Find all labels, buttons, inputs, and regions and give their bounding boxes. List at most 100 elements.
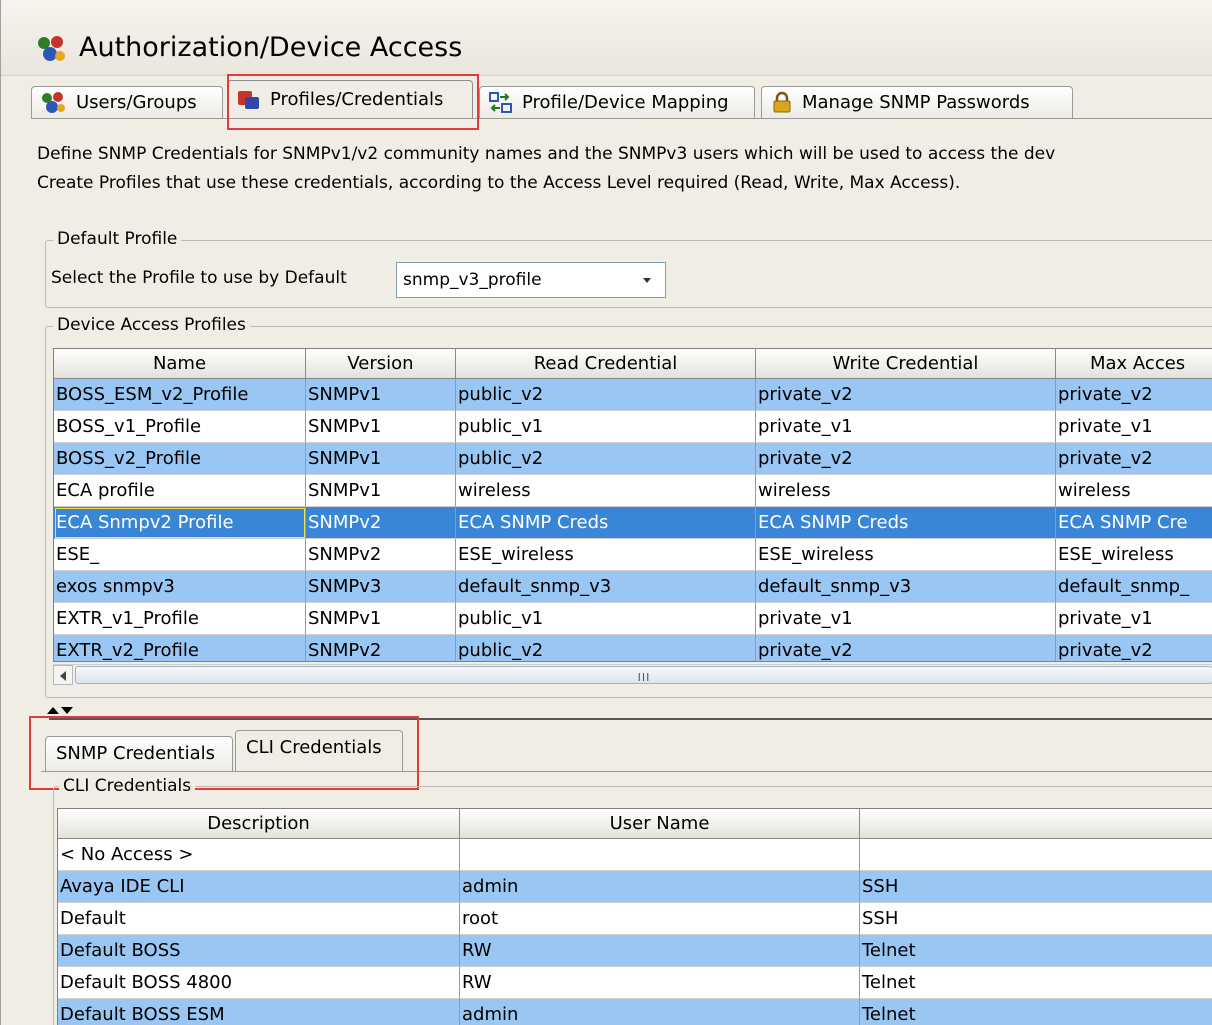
column-header-version[interactable]: Version	[306, 349, 456, 379]
profiles-table-header: Name Version Read Credential Write Crede…	[54, 349, 1212, 379]
cell-description: Default BOSS	[58, 935, 460, 967]
scroll-grip: III	[637, 671, 651, 684]
table-row[interactable]: ESE_ SNMPv2 ESE_wireless ESE_wireless ES…	[54, 539, 1212, 571]
table-row[interactable]: < No Access >	[58, 839, 1212, 871]
tab-label: Profiles/Credentials	[270, 89, 444, 110]
cell-version: SNMPv1	[306, 475, 456, 507]
cell-user-name: admin	[460, 999, 860, 1025]
cell-version: SNMPv2	[306, 635, 456, 661]
column-header-user-name[interactable]: User Name	[460, 809, 860, 839]
table-row[interactable]: Avaya IDE CLI admin SSH	[58, 871, 1212, 903]
table-row[interactable]: Default BOSS RW Telnet	[58, 935, 1212, 967]
tab-profile-device-mapping[interactable]: Profile/Device Mapping	[479, 86, 755, 118]
table-row-selected[interactable]: ECA Snmpv2 Profile SNMPv2 ECA SNMP Creds…	[54, 507, 1212, 539]
cell-read-credential: public_v2	[456, 379, 756, 411]
select-value: snmp_v3_profile	[403, 270, 542, 290]
cell-write-credential: private_v2	[756, 443, 1056, 475]
cell-description: Default	[58, 903, 460, 935]
tab-label: CLI Credentials	[246, 737, 382, 758]
cell-description: Avaya IDE CLI	[58, 871, 460, 903]
main-tab-bar: Users/Groups Profiles/Credentials Profil…	[31, 80, 1212, 118]
chevron-down-icon	[643, 278, 651, 283]
cell-max-access: private_v2	[1056, 443, 1212, 475]
cell-name: EXTR_v2_Profile	[54, 635, 306, 661]
cell-user-name: RW	[460, 967, 860, 999]
description-line-1: Define SNMP Credentials for SNMPv1/v2 co…	[37, 144, 1056, 164]
table-row[interactable]: BOSS_ESM_v2_Profile SNMPv1 public_v2 pri…	[54, 379, 1212, 411]
scroll-thumb[interactable]: III	[75, 666, 1212, 684]
column-header-write-credential[interactable]: Write Credential	[756, 349, 1056, 379]
cell-write-credential: private_v2	[756, 635, 1056, 661]
cell-user-name: root	[460, 903, 860, 935]
table-row[interactable]: BOSS_v2_Profile SNMPv1 public_v2 private…	[54, 443, 1212, 475]
splitter-line	[49, 718, 1212, 720]
cell-name: BOSS_v1_Profile	[54, 411, 306, 443]
window-title: Authorization/Device Access	[79, 32, 463, 63]
cell-name: BOSS_v2_Profile	[54, 443, 306, 475]
table-row[interactable]: BOSS_v1_Profile SNMPv1 public_v1 private…	[54, 411, 1212, 443]
scroll-left-button[interactable]	[53, 665, 73, 685]
pane-splitter[interactable]	[37, 702, 1212, 724]
column-header-name[interactable]: Name	[54, 349, 306, 379]
cell-user-name	[460, 839, 860, 871]
tab-manage-snmp-passwords[interactable]: Manage SNMP Passwords	[761, 86, 1073, 118]
cli-table-body: < No Access > Avaya IDE CLI admin SSH De…	[58, 839, 1212, 1025]
cell-description: Default BOSS 4800	[58, 967, 460, 999]
cell-read-credential: public_v2	[456, 635, 756, 661]
tab-divider	[31, 118, 1212, 119]
table-row[interactable]: Default BOSS ESM admin Telnet	[58, 999, 1212, 1025]
column-header-description[interactable]: Description	[58, 809, 460, 839]
tab-cli-credentials[interactable]: CLI Credentials	[235, 730, 403, 772]
cell-write-credential: ESE_wireless	[756, 539, 1056, 571]
cell-write-credential: wireless	[756, 475, 1056, 507]
chevron-left-icon	[60, 671, 66, 681]
tab-label: Manage SNMP Passwords	[802, 92, 1030, 113]
cell-max-access: default_snmp_	[1056, 571, 1212, 603]
cell-user-name: RW	[460, 935, 860, 967]
cli-table-header: Description User Name	[58, 809, 1212, 839]
table-row[interactable]: EXTR_v1_Profile SNMPv1 public_v1 private…	[54, 603, 1212, 635]
cli-credentials-legend: CLI Credentials	[59, 776, 196, 796]
table-row[interactable]: ECA profile SNMPv1 wireless wireless wir…	[54, 475, 1212, 507]
table-row[interactable]: exos snmpv3 SNMPv3 default_snmp_v3 defau…	[54, 571, 1212, 603]
column-header-max-access[interactable]: Max Acces	[1056, 349, 1212, 379]
tab-snmp-credentials[interactable]: SNMP Credentials	[45, 736, 233, 772]
profiles-credentials-icon	[238, 90, 259, 109]
cell-protocol: Telnet	[860, 999, 1212, 1025]
column-header-read-credential[interactable]: Read Credential	[456, 349, 756, 379]
splitter-arrows-icon[interactable]	[45, 704, 75, 718]
profiles-horizontal-scrollbar[interactable]: III	[53, 664, 1212, 685]
cell-write-credential: private_v1	[756, 411, 1056, 443]
profiles-table-body: BOSS_ESM_v2_Profile SNMPv1 public_v2 pri…	[54, 379, 1212, 661]
cell-read-credential: public_v2	[456, 443, 756, 475]
cell-read-credential: ESE_wireless	[456, 539, 756, 571]
default-profile-select[interactable]: snmp_v3_profile	[396, 262, 666, 298]
authorization-window: Authorization/Device Access Users/Groups…	[0, 0, 1212, 1025]
cell-version: SNMPv2	[306, 507, 456, 539]
cell-description: < No Access >	[58, 839, 460, 871]
column-header-protocol[interactable]	[860, 809, 1212, 839]
cell-name: BOSS_ESM_v2_Profile	[54, 379, 306, 411]
cell-version: SNMPv1	[306, 411, 456, 443]
cell-version: SNMPv1	[306, 379, 456, 411]
description: Define SNMP Credentials for SNMPv1/v2 co…	[37, 140, 1212, 198]
cell-version: SNMPv1	[306, 443, 456, 475]
cell-version: SNMPv1	[306, 603, 456, 635]
table-row[interactable]: EXTR_v2_Profile SNMPv2 public_v2 private…	[54, 635, 1212, 661]
table-row[interactable]: Default BOSS 4800 RW Telnet	[58, 967, 1212, 999]
profiles-table: Name Version Read Credential Write Crede…	[53, 348, 1212, 662]
tab-label: SNMP Credentials	[56, 743, 216, 764]
cell-version: SNMPv3	[306, 571, 456, 603]
cli-credentials-table: Description User Name < No Access > Avay…	[57, 808, 1212, 1025]
cell-read-credential: ECA SNMP Creds	[456, 507, 756, 539]
cell-read-credential: default_snmp_v3	[456, 571, 756, 603]
cell-max-access: private_v1	[1056, 603, 1212, 635]
cell-write-credential: private_v2	[756, 379, 1056, 411]
cell-name: ECA profile	[54, 475, 306, 507]
table-row[interactable]: Default root SSH	[58, 903, 1212, 935]
cell-read-credential: wireless	[456, 475, 756, 507]
tab-users-groups[interactable]: Users/Groups	[31, 86, 223, 118]
description-line-2: Create Profiles that use these credentia…	[37, 173, 961, 193]
tab-label: Profile/Device Mapping	[522, 92, 729, 113]
tab-profiles-credentials[interactable]: Profiles/Credentials	[227, 80, 473, 118]
